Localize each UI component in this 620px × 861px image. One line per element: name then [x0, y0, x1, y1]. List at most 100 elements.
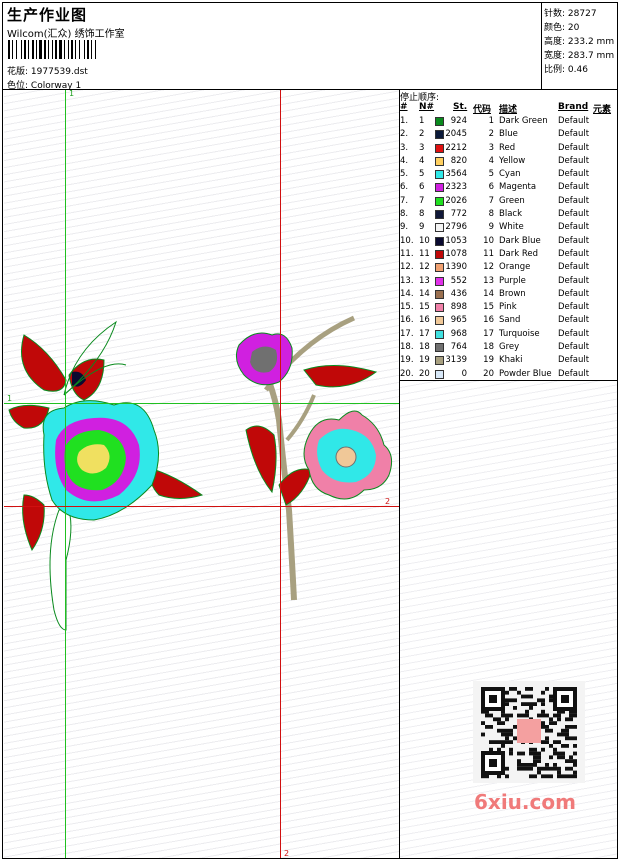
row-code: 15 — [483, 302, 494, 313]
table-row: 15. 15 898 15 Pink Default — [400, 301, 617, 314]
row-index: 14. — [400, 288, 414, 299]
stitches-value: 28727 — [567, 9, 597, 19]
width-stat: 宽度: 283.7 mm — [544, 48, 614, 61]
height-stat: 高度: 233.2 mm — [544, 34, 614, 47]
row-brand: Default — [558, 142, 590, 153]
color-swatch — [435, 303, 444, 313]
leaf — [245, 425, 277, 494]
row-needle: 13 — [419, 275, 430, 286]
row-index: 13. — [400, 275, 414, 286]
row-description: Dark Blue — [499, 235, 541, 246]
row-description: Turquoise — [499, 328, 540, 339]
col-hash: # — [400, 102, 408, 112]
table-row: 19. 19 3139 19 Khaki Default — [400, 354, 617, 367]
row-description: Yellow — [499, 155, 526, 166]
guide-label-v1: 1 — [69, 89, 75, 98]
row-code: 11 — [483, 248, 494, 259]
row-code: 6 — [488, 182, 494, 193]
colors-stat: 颜色: 20 — [544, 20, 579, 33]
table-row: 18. 18 764 18 Grey Default — [400, 341, 617, 354]
row-needle: 19 — [419, 355, 430, 366]
row-brand: Default — [558, 129, 590, 140]
row-description: Brown — [499, 288, 526, 299]
leaf — [22, 494, 45, 552]
row-needle: 12 — [419, 262, 430, 273]
row-description: Purple — [499, 275, 526, 286]
table-row: 7. 7 2026 7 Green Default — [400, 195, 617, 208]
row-needle: 7 — [419, 195, 425, 206]
scale-value: 0.46 — [567, 65, 588, 75]
table-row: 9. 9 2796 9 White Default — [400, 221, 617, 234]
row-code: 12 — [483, 262, 494, 273]
guide-vertical-1 — [65, 90, 66, 858]
guide-vertical-2 — [280, 90, 281, 858]
row-index: 19. — [400, 355, 414, 366]
row-code: 20 — [483, 368, 494, 379]
row-index: 6. — [400, 182, 409, 193]
row-stitches: 1390 — [445, 262, 467, 273]
row-needle: 5 — [419, 169, 425, 180]
row-stitches: 1078 — [445, 248, 467, 259]
row-brand: Default — [558, 302, 590, 313]
color-swatch — [435, 316, 444, 326]
row-code: 19 — [483, 355, 494, 366]
qr-code — [473, 681, 585, 783]
scale-stat: 比例: 0.46 — [544, 62, 588, 75]
row-stitches: 0 — [461, 368, 467, 379]
row-code: 7 — [488, 195, 494, 206]
row-needle: 6 — [419, 182, 425, 193]
guide-horizontal-1 — [4, 403, 399, 404]
table-row: 3. 3 2212 3 Red Default — [400, 142, 617, 155]
table-row: 17. 17 968 17 Turquoise Default — [400, 328, 617, 341]
table-row: 11. 11 1078 11 Dark Red Default — [400, 248, 617, 261]
row-stitches: 898 — [450, 302, 467, 313]
row-brand: Default — [558, 195, 590, 206]
row-stitches: 2323 — [445, 182, 467, 193]
row-description: Red — [499, 142, 516, 153]
lily-center — [335, 446, 357, 468]
row-stitches: 552 — [450, 275, 467, 286]
row-description: White — [499, 222, 524, 233]
row-code: 1 — [488, 116, 494, 126]
row-stitches: 2045 — [445, 129, 467, 140]
row-code: 5 — [488, 169, 494, 180]
guide-label-v2: 2 — [284, 849, 290, 858]
color-swatch — [435, 170, 444, 180]
color-swatch — [435, 196, 444, 206]
row-index: 12. — [400, 262, 414, 273]
width-value: 283.7 mm — [567, 51, 615, 61]
guide-label-h2: 2 — [385, 497, 391, 506]
row-brand: Default — [558, 182, 590, 193]
row-needle: 8 — [419, 209, 425, 220]
row-code: 4 — [488, 155, 494, 166]
watermark: 6xiu.com — [474, 790, 576, 814]
row-brand: Default — [558, 275, 590, 286]
row-index: 10. — [400, 235, 414, 246]
rose-stem — [49, 509, 72, 631]
table-row: 12. 12 1390 12 Orange Default — [400, 261, 617, 274]
row-code: 13 — [483, 275, 494, 286]
row-description: Cyan — [499, 169, 521, 180]
height-label: 高度: — [544, 37, 566, 47]
row-description: Orange — [499, 262, 531, 273]
row-brand: Default — [558, 355, 590, 366]
row-brand: Default — [558, 222, 590, 233]
row-stitches: 968 — [450, 328, 467, 339]
guide-horizontal-2 — [4, 506, 399, 507]
row-stitches: 3564 — [445, 169, 467, 180]
row-brand: Default — [558, 328, 590, 339]
design-value: 1977539.dst — [30, 67, 88, 77]
row-description: Black — [499, 209, 522, 220]
row-stitches: 924 — [450, 116, 467, 126]
row-brand: Default — [558, 116, 590, 126]
row-needle: 18 — [419, 342, 430, 353]
table-row: 4. 4 820 4 Yellow Default — [400, 155, 617, 168]
row-brand: Default — [558, 368, 590, 379]
color-swatch — [435, 223, 444, 233]
table-row: 13. 13 552 13 Purple Default — [400, 275, 617, 288]
row-index: 7. — [400, 195, 409, 206]
row-code: 17 — [483, 328, 494, 339]
color-swatch — [435, 210, 444, 220]
row-stitches: 2796 — [445, 222, 467, 233]
row-brand: Default — [558, 315, 590, 326]
